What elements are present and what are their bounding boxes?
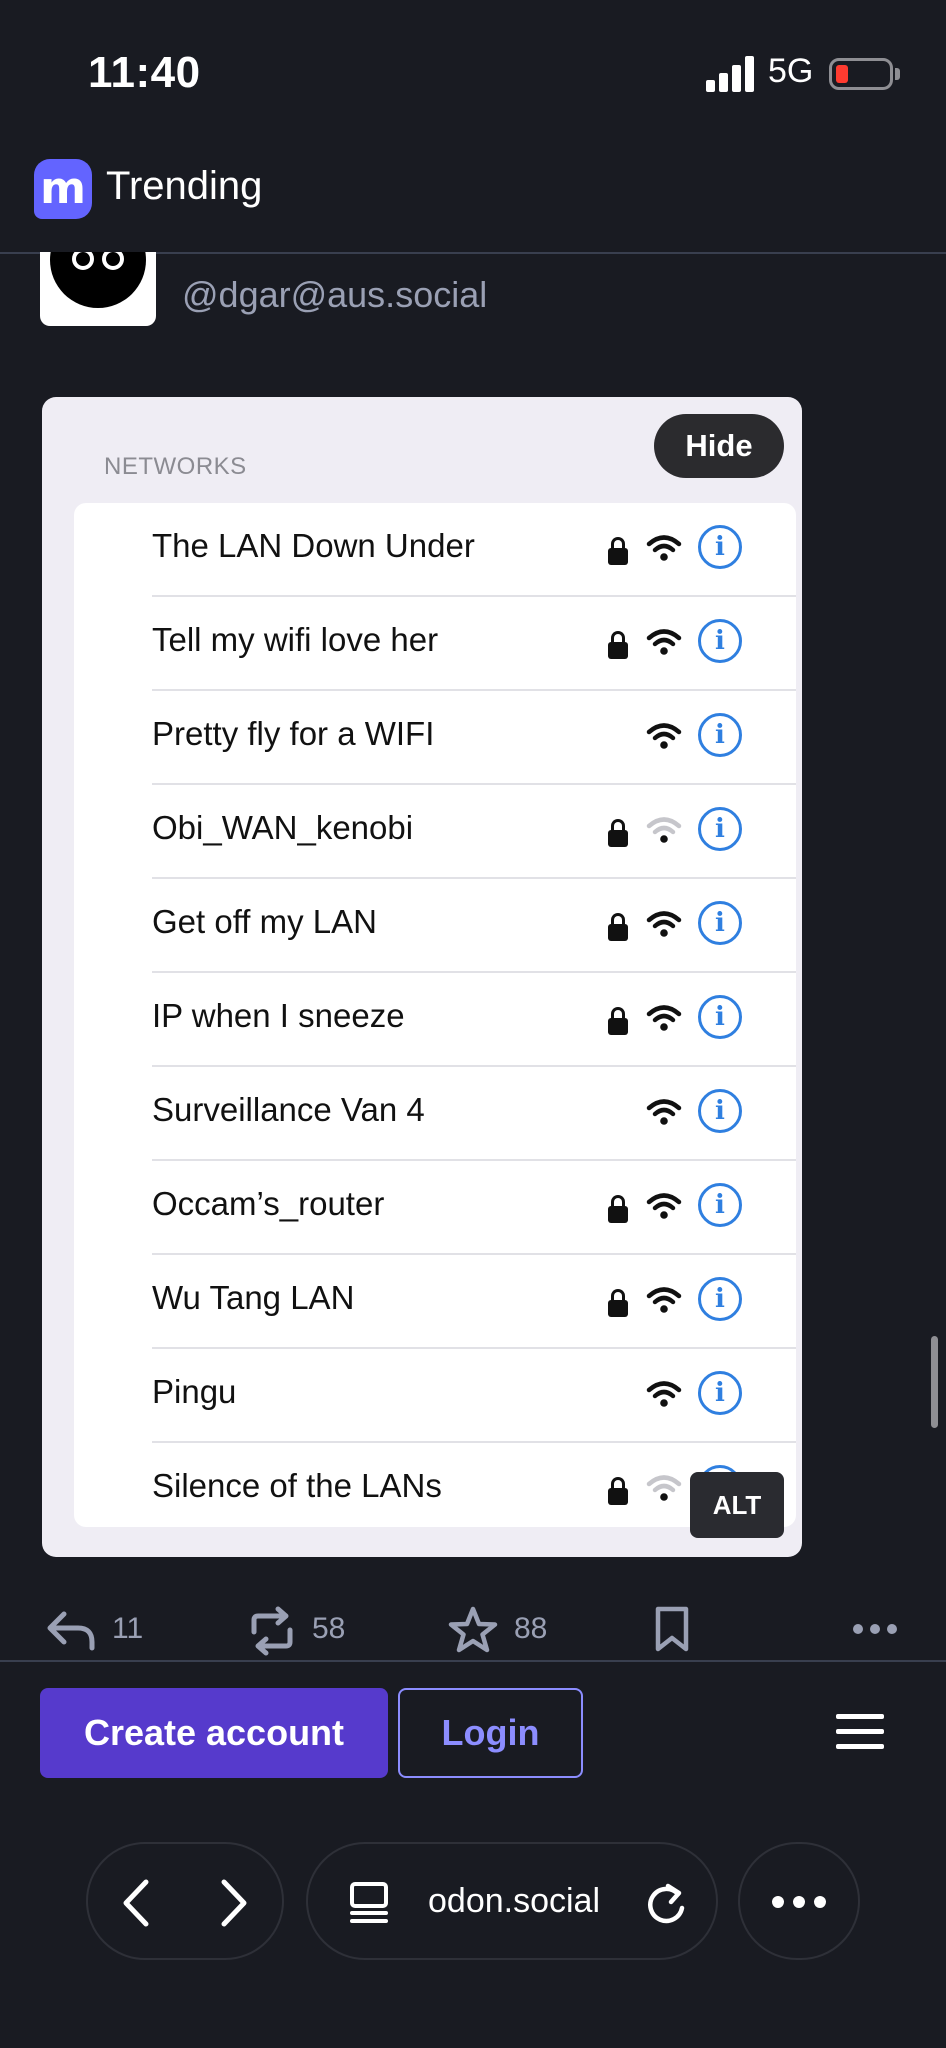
- wifi-network-name: Occam’s_router: [152, 1185, 385, 1222]
- app-header: m Trending: [0, 150, 946, 254]
- wifi-signal-icon: [646, 1191, 682, 1221]
- info-icon[interactable]: i: [698, 1371, 742, 1415]
- browser-more-button[interactable]: [738, 1842, 860, 1960]
- favourite-count: 88: [514, 1612, 548, 1645]
- info-icon[interactable]: i: [698, 619, 742, 663]
- networks-section-label: NETWORKS: [104, 453, 247, 480]
- wifi-network-row[interactable]: Surveillance Van 4 i: [74, 1067, 796, 1161]
- wifi-signal-icon: [646, 815, 682, 845]
- lock-icon: [606, 537, 630, 565]
- tabs-icon[interactable]: [346, 1880, 392, 1926]
- wifi-network-name: Silence of the LANs: [152, 1467, 442, 1504]
- lock-icon: [606, 631, 630, 659]
- wifi-network-row[interactable]: Pingu i: [74, 1349, 796, 1443]
- login-button[interactable]: Login: [398, 1688, 583, 1778]
- ellipsis-icon: [853, 1624, 897, 1634]
- more-options-button[interactable]: [852, 1600, 898, 1660]
- wifi-signal-icon: [646, 1379, 682, 1409]
- wifi-signal-icon: [646, 909, 682, 939]
- info-icon[interactable]: i: [698, 901, 742, 945]
- lock-icon: [606, 1007, 630, 1035]
- wifi-signal-icon: [646, 1003, 682, 1033]
- page-title: Trending: [106, 164, 263, 208]
- bookmark-button[interactable]: [652, 1600, 696, 1660]
- info-icon[interactable]: i: [698, 995, 742, 1039]
- info-icon[interactable]: i: [698, 1089, 742, 1133]
- info-icon[interactable]: i: [698, 807, 742, 851]
- browser-nav-controls: [86, 1842, 284, 1960]
- forward-icon[interactable]: [216, 1878, 252, 1928]
- reply-button[interactable]: 11: [46, 1600, 156, 1660]
- reply-icon: [47, 1611, 95, 1651]
- wifi-network-row[interactable]: Wu Tang LAN i: [74, 1255, 796, 1349]
- wifi-network-row[interactable]: Occam’s_router i: [74, 1161, 796, 1255]
- status-bar: 11:40 5G: [0, 0, 946, 150]
- star-icon: [448, 1606, 498, 1653]
- info-icon[interactable]: i: [698, 1183, 742, 1227]
- address-bar[interactable]: odon.social: [306, 1842, 718, 1960]
- hamburger-menu-icon[interactable]: [836, 1714, 884, 1750]
- bookmark-icon: [655, 1606, 689, 1652]
- reload-icon[interactable]: [644, 1880, 690, 1928]
- lock-icon: [606, 913, 630, 941]
- wifi-signal-icon: [646, 1473, 682, 1503]
- boost-button[interactable]: 58: [248, 1600, 358, 1660]
- wifi-signal-icon: [646, 533, 682, 563]
- post-action-bar: 11 58 88: [0, 1600, 946, 1660]
- wifi-network-name: Obi_WAN_kenobi: [152, 809, 414, 846]
- ellipsis-icon: [772, 1896, 826, 1908]
- wifi-signal-icon: [646, 721, 682, 751]
- avatar[interactable]: [40, 252, 156, 326]
- info-icon[interactable]: i: [698, 1277, 742, 1321]
- hide-media-button[interactable]: Hide: [654, 414, 784, 478]
- network-type: 5G: [768, 52, 814, 90]
- wifi-signal-icon: [646, 1285, 682, 1315]
- wifi-network-row[interactable]: Obi_WAN_kenobi i: [74, 785, 796, 879]
- boost-count: 58: [312, 1612, 346, 1645]
- favourite-button[interactable]: 88: [448, 1600, 558, 1660]
- lock-icon: [606, 1195, 630, 1223]
- wifi-signal-icon: [646, 627, 682, 657]
- media-attachment[interactable]: NETWORKS The LAN Down Under i Tell my wifi…: [42, 397, 802, 1557]
- cellular-signal-icon: [706, 56, 756, 92]
- wifi-network-row[interactable]: Tell my wifi love her i: [74, 597, 796, 691]
- lock-icon: [606, 1477, 630, 1505]
- wifi-network-name: Tell my wifi love her: [152, 621, 439, 658]
- wifi-network-row[interactable]: Pretty fly for a WIFI i: [74, 691, 796, 785]
- alt-text-badge[interactable]: ALT: [690, 1472, 784, 1538]
- wifi-network-name: Get off my LAN: [152, 903, 377, 940]
- wifi-network-name: The LAN Down Under: [152, 527, 475, 564]
- wifi-signal-icon: [646, 1097, 682, 1127]
- mastodon-logo-icon[interactable]: m: [34, 159, 92, 219]
- info-icon[interactable]: i: [698, 525, 742, 569]
- wifi-network-row[interactable]: Silence of the LANsi: [74, 1443, 796, 1527]
- wifi-network-row[interactable]: The LAN Down Under i: [74, 503, 796, 597]
- wifi-network-name: Pretty fly for a WIFI: [152, 715, 435, 752]
- scrollbar[interactable]: [931, 1336, 938, 1428]
- wifi-network-list: The LAN Down Under i Tell my wifi love her…: [74, 503, 796, 1527]
- url-text: odon.social: [428, 1882, 601, 1920]
- lock-icon: [606, 819, 630, 847]
- battery-icon: [829, 58, 893, 90]
- status-time: 11:40: [88, 48, 201, 97]
- wifi-network-row[interactable]: Get off my LAN i: [74, 879, 796, 973]
- boost-icon: [251, 1606, 293, 1656]
- author-handle[interactable]: @dgar@aus.social: [182, 274, 487, 316]
- wifi-network-name: Wu Tang LAN: [152, 1279, 355, 1316]
- reply-count: 11: [112, 1612, 144, 1645]
- wifi-network-name: IP when I sneeze: [152, 997, 405, 1034]
- wifi-network-row[interactable]: IP when I sneeze i: [74, 973, 796, 1067]
- lock-icon: [606, 1289, 630, 1317]
- create-account-button[interactable]: Create account: [40, 1688, 388, 1778]
- back-icon[interactable]: [118, 1878, 154, 1928]
- wifi-network-name: Surveillance Van 4: [152, 1091, 425, 1128]
- wifi-network-name: Pingu: [152, 1373, 237, 1410]
- info-icon[interactable]: i: [698, 713, 742, 757]
